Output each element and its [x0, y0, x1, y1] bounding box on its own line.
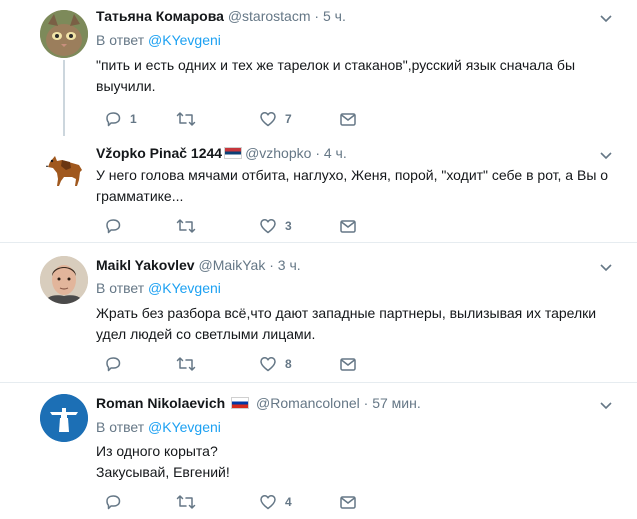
avatar[interactable] — [40, 10, 88, 58]
chevron-down-icon[interactable] — [599, 148, 613, 162]
reply-mention-link[interactable]: @KYevgeni — [148, 32, 221, 48]
reply-button[interactable] — [104, 216, 130, 236]
retweet-icon — [176, 219, 196, 233]
display-name[interactable]: Maikl Yakovlev — [96, 257, 195, 273]
tweet-text-line: Закусывай, Евгений! — [96, 464, 230, 480]
tweet-header: Vžopko Pinač 1244 @vzhopko · 4 ч. — [96, 143, 347, 163]
like-button[interactable]: 4 — [259, 492, 292, 512]
like-button[interactable]: 8 — [259, 354, 292, 374]
separator-dot: · — [363, 395, 369, 411]
like-count: 4 — [285, 495, 292, 509]
thread-line — [63, 60, 65, 136]
reply-prefix: В ответ — [96, 419, 145, 435]
display-name[interactable]: Vžopko Pinač 1244 — [96, 145, 222, 161]
retweet-button[interactable] — [176, 109, 204, 129]
username[interactable]: @starostacm — [228, 8, 311, 24]
display-name[interactable]: Татьяна Комарова — [96, 8, 224, 24]
tweet[interactable]: Maikl Yakovlev @MaikYak · 3 ч. В ответ @… — [0, 242, 637, 382]
chevron-down-icon[interactable] — [599, 11, 613, 25]
username[interactable]: @Romancolonel — [256, 395, 360, 411]
heart-icon — [260, 219, 276, 234]
separator-dot: · — [315, 145, 320, 161]
timestamp[interactable]: 57 мин. — [372, 395, 421, 411]
retweet-button[interactable] — [176, 216, 204, 236]
direct-message-button[interactable] — [339, 492, 357, 512]
retweet-icon — [176, 495, 196, 509]
direct-message-button[interactable] — [339, 109, 357, 129]
timestamp[interactable]: 4 ч. — [324, 145, 347, 161]
tweet-header: Roman Nikolaevich @Romancolonel · 57 мин… — [96, 393, 421, 413]
reply-context: В ответ @KYevgeni — [96, 278, 221, 298]
timestamp[interactable]: 5 ч. — [323, 8, 346, 24]
retweet-button[interactable] — [176, 492, 204, 512]
like-count: 7 — [285, 112, 292, 126]
avatar[interactable] — [40, 394, 88, 442]
russia-flag-icon — [231, 397, 250, 409]
retweet-button[interactable] — [176, 354, 204, 374]
serbia-flag-icon — [224, 147, 243, 159]
tweet-text: Жрать без разбора всё,что дают западные … — [96, 305, 597, 342]
reply-icon — [106, 357, 121, 372]
avatar[interactable] — [40, 256, 88, 304]
username[interactable]: @MaikYak — [198, 257, 265, 273]
tweet-text: "пить и есть одних и тех же тарелок и ст… — [96, 57, 576, 94]
direct-message-button[interactable] — [339, 354, 357, 374]
reply-mention-link[interactable]: @KYevgeni — [148, 280, 221, 296]
retweet-icon — [176, 112, 196, 126]
reply-count: 1 — [130, 112, 137, 126]
reply-context: В ответ @KYevgeni — [96, 30, 221, 50]
envelope-icon — [340, 358, 356, 371]
username[interactable]: @vzhopko — [245, 145, 311, 161]
heart-icon — [260, 112, 276, 127]
reply-button[interactable] — [104, 492, 130, 512]
like-count: 3 — [285, 219, 292, 233]
retweet-icon — [176, 357, 196, 371]
envelope-icon — [340, 113, 356, 126]
reply-mention-link[interactable]: @KYevgeni — [148, 419, 221, 435]
tweet-header: Татьяна Комарова @starostacm · 5 ч. — [96, 6, 346, 26]
tweet[interactable]: Vžopko Pinač 1244 @vzhopko · 4 ч. У него … — [0, 136, 637, 242]
reply-button[interactable] — [104, 354, 130, 374]
tweet-text: Из одного корыта? Закусывай, Евгений! — [96, 441, 611, 483]
direct-message-button[interactable] — [339, 216, 357, 236]
tweet-header: Maikl Yakovlev @MaikYak · 3 ч. — [96, 255, 301, 275]
like-button[interactable]: 3 — [259, 216, 292, 236]
like-button[interactable]: 7 — [259, 109, 292, 129]
separator-dot: · — [314, 8, 320, 24]
reply-icon — [106, 219, 121, 234]
envelope-icon — [340, 220, 356, 233]
heart-icon — [260, 495, 276, 510]
tweet[interactable]: Татьяна Комарова @starostacm · 5 ч. В от… — [0, 0, 637, 136]
heart-icon — [260, 357, 276, 372]
chevron-down-icon[interactable] — [599, 398, 613, 412]
reply-button[interactable]: 1 — [104, 109, 137, 129]
envelope-icon — [340, 496, 356, 509]
reply-prefix: В ответ — [96, 32, 145, 48]
reply-prefix: В ответ — [96, 280, 145, 296]
like-count: 8 — [285, 357, 292, 371]
chevron-down-icon[interactable] — [599, 260, 613, 274]
reply-icon — [106, 495, 121, 510]
timestamp[interactable]: 3 ч. — [278, 257, 301, 273]
avatar[interactable] — [40, 146, 88, 194]
tweet-text: У него голова мячами отбита, наглухо, Же… — [96, 167, 609, 204]
tweet-text-line: Из одного корыта? — [96, 443, 218, 459]
separator-dot: · — [269, 257, 274, 273]
display-name[interactable]: Roman Nikolaevich — [96, 395, 225, 411]
reply-context: В ответ @KYevgeni — [96, 417, 221, 437]
tweet[interactable]: Roman Nikolaevich @Romancolonel · 57 мин… — [0, 382, 637, 519]
reply-icon — [106, 112, 121, 127]
